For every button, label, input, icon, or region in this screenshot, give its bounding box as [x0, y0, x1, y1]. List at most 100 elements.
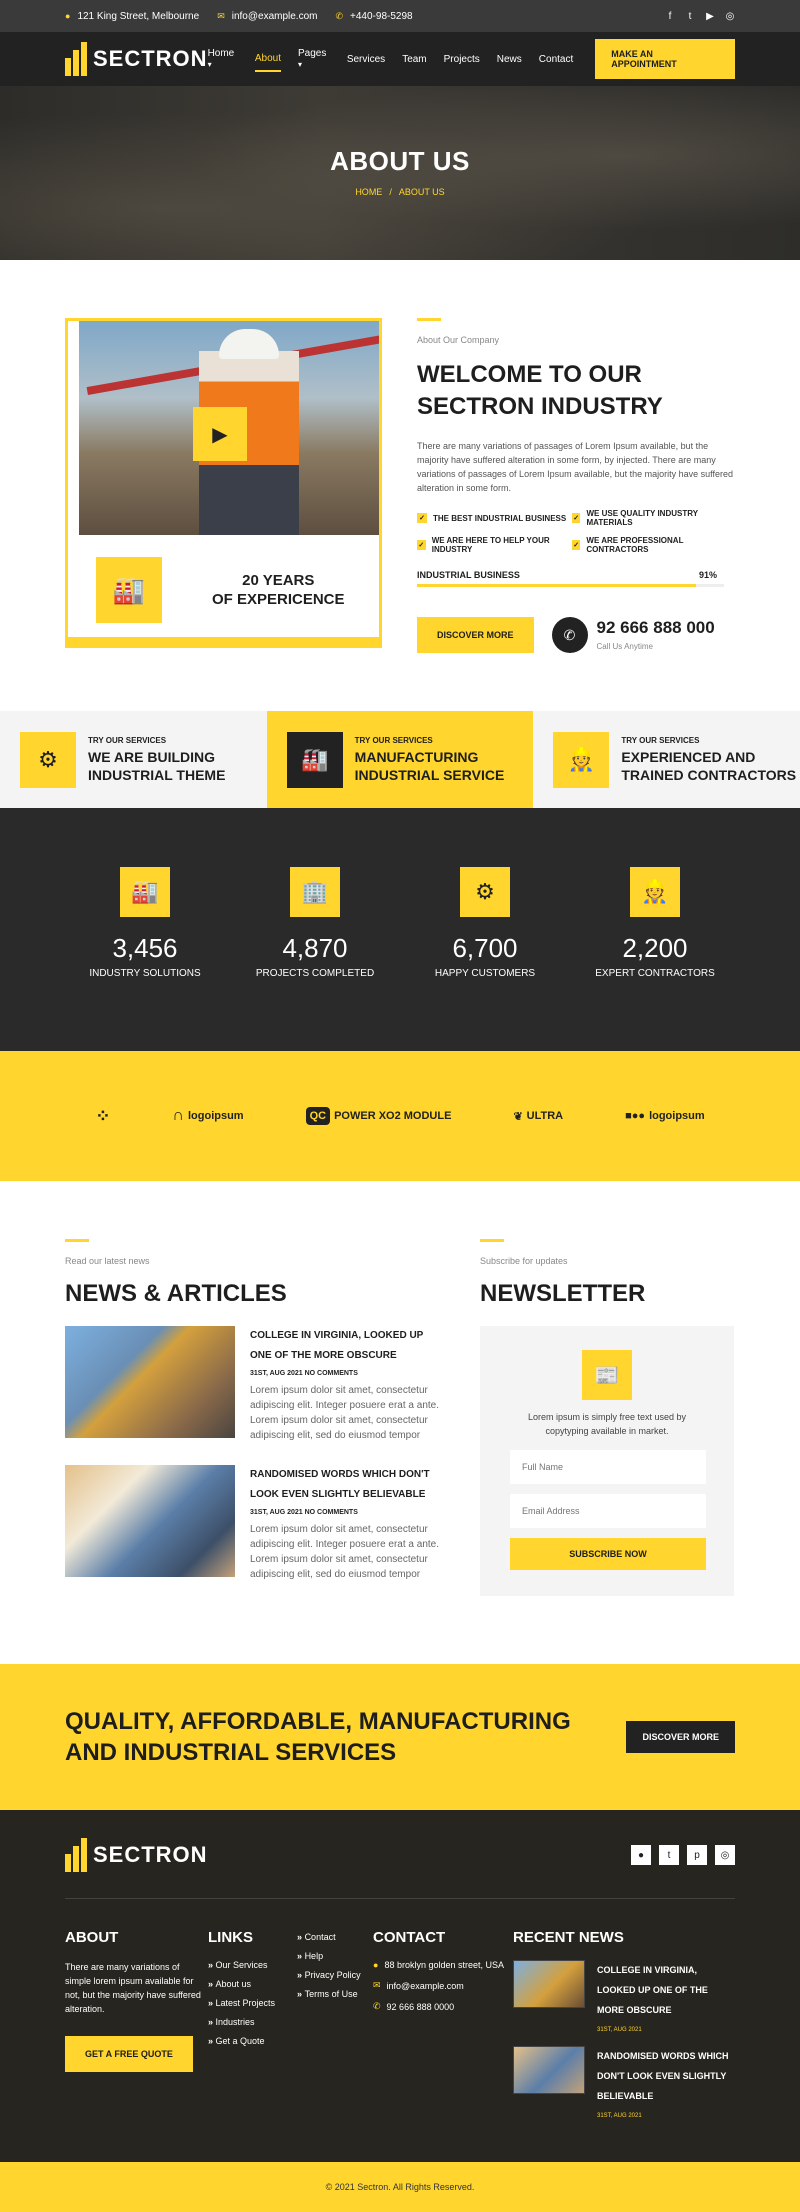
article-image[interactable]	[65, 1326, 235, 1438]
cta-heading: QUALITY, AFFORDABLE, MANUFACTURING AND IN…	[65, 1708, 571, 1766]
feature-item: ✓ WE ARE HERE TO HELP YOUR INDUSTRY	[417, 536, 550, 554]
article-title[interactable]: RANDOMISED WORDS WHICH DON'T LOOK EVEN S…	[250, 1465, 445, 1505]
topbar-address: ● 121 King Street, Melbourne	[65, 10, 200, 22]
nav-home[interactable]: Home	[208, 48, 238, 70]
service-card[interactable]: 🏭 TRY OUR SERVICES MANUFACTURING INDUSTRIA…	[266, 711, 534, 808]
article-meta: 31ST, AUG 2021 NO COMMENTS	[250, 1509, 358, 1516]
nav-services[interactable]: Services	[347, 54, 385, 65]
progress-value: 91%	[698, 570, 717, 580]
brand-logo-dots[interactable]: ⁘	[95, 1106, 110, 1127]
section-dash	[480, 1239, 504, 1242]
factory-icon: 🏭	[96, 557, 162, 623]
yellow-accent-bar	[68, 637, 379, 645]
newsletter-column: Subscribe for updates NEWSLETTER 📰 Lorem…	[480, 1239, 734, 1604]
arch-logo-icon: ∩	[172, 1107, 184, 1124]
article-excerpt: Lorem ipsum dolor sit amet, consectetur …	[250, 1385, 440, 1441]
footer-link[interactable]: Help	[297, 1951, 361, 1961]
footer-link[interactable]: Terms of Use	[297, 1989, 361, 1999]
footer-link[interactable]: Our Services	[208, 1960, 275, 1970]
article-excerpt: Lorem ipsum dolor sit amet, consectetur …	[250, 1524, 440, 1580]
page-hero: SECTRON Home About Pages Services Team P…	[0, 32, 800, 260]
breadcrumb-home[interactable]: HOME	[355, 187, 382, 197]
phone-icon: ✆	[335, 10, 344, 21]
youtube-icon[interactable]: ▶	[705, 11, 715, 22]
feature-item: ✓ THE BEST INDUSTRIAL BUSINESS	[417, 509, 572, 527]
play-icon: ▶	[212, 423, 228, 446]
about-title: WELCOME TO OUR SECTRON INDUSTRY	[417, 361, 663, 420]
footer-link[interactable]: Privacy Policy	[297, 1970, 361, 1980]
free-quote-button[interactable]: GET A FREE QUOTE	[65, 2036, 193, 2072]
about-text: There are many variations of passages of…	[417, 441, 734, 493]
news-article[interactable]: COLLEGE IN VIRGINIA, LOOKED UP ONE OF TH…	[65, 1326, 445, 1443]
recent-news-item[interactable]: RANDOMISED WORDS WHICH DON'T LOOK EVEN S…	[513, 2046, 735, 2120]
full-name-input[interactable]	[510, 1450, 706, 1484]
nav-contact[interactable]: Contact	[539, 54, 573, 65]
instagram-icon[interactable]: ◎	[725, 11, 735, 22]
nav-news[interactable]: News	[497, 54, 522, 65]
footer-link[interactable]: About us	[208, 1979, 275, 1989]
buildings-icon: 🏢	[290, 867, 340, 917]
cta-banner: QUALITY, AFFORDABLE, MANUFACTURING AND IN…	[0, 1664, 800, 1810]
topbar-social: f t ▶ ◎	[665, 11, 735, 22]
footer-link[interactable]: Industries	[208, 2017, 275, 2027]
article-title[interactable]: COLLEGE IN VIRGINIA, LOOKED UP ONE OF TH…	[250, 1326, 445, 1366]
topbar-email[interactable]: ✉ info@example.com	[217, 11, 317, 22]
envelope-icon: ✉	[373, 1980, 381, 1990]
call-note: Call Us Anytime	[596, 642, 653, 651]
article-image[interactable]	[65, 1465, 235, 1577]
service-card[interactable]: 👷 TRY OUR SERVICES EXPERIENCED AND TRAINED…	[533, 711, 800, 808]
email-input[interactable]	[510, 1494, 706, 1528]
twitter-icon[interactable]: t	[685, 11, 695, 22]
stats-section: 🏭 3,456 INDUSTRY SOLUTIONS 🏢 4,870 PROJECTS …	[0, 808, 800, 1051]
service-card[interactable]: ⚙ TRY OUR SERVICES WE ARE BUILDING INDUSTR…	[0, 711, 267, 808]
instagram-icon[interactable]: ◎	[715, 1845, 735, 1865]
pinterest-icon[interactable]: p	[687, 1845, 707, 1865]
subscribe-button[interactable]: SUBSCRIBE NOW	[510, 1538, 706, 1570]
section-dash	[65, 1239, 89, 1242]
news-article[interactable]: RANDOMISED WORDS WHICH DON'T LOOK EVEN S…	[65, 1465, 445, 1582]
page-title: ABOUT US	[330, 146, 470, 176]
nav-projects[interactable]: Projects	[444, 54, 480, 65]
topbar-phone[interactable]: ✆ +440-98-5298	[335, 11, 412, 22]
footer-link[interactable]: Latest Projects	[208, 1998, 276, 2008]
twitter-icon[interactable]: t	[659, 1845, 679, 1865]
recent-news-image[interactable]	[513, 1960, 585, 2008]
facebook-icon[interactable]: f	[665, 11, 675, 22]
nav-team[interactable]: Team	[402, 54, 426, 65]
brand-logo-arch[interactable]: ∩ logoipsum	[172, 1107, 243, 1125]
factory-icon: 🏭	[286, 731, 343, 788]
phone-icon: ✆	[373, 2001, 381, 2011]
engineer-icon: 👷	[553, 731, 610, 788]
footer-links: LINKS Our Services About us Latest Proje…	[208, 1929, 373, 2132]
newsletter-title: NEWSLETTER	[480, 1280, 646, 1307]
footer-email[interactable]: ✉ info@example.com	[373, 1980, 513, 1991]
cta-discover-button[interactable]: DISCOVER MORE	[626, 1721, 735, 1753]
nav-about[interactable]: About	[254, 47, 281, 72]
brand-logo-qc[interactable]: QC POWER XO2 MODULE	[305, 1107, 451, 1125]
newsletter-kicker: Subscribe for updates	[480, 1256, 568, 1266]
discover-more-button[interactable]: DISCOVER MORE	[417, 617, 534, 653]
footer-link[interactable]: Get a Quote	[208, 2036, 275, 2046]
check-icon: ✓	[572, 513, 581, 523]
call-number[interactable]: 92 666 888 000	[597, 618, 715, 638]
site-logo[interactable]: SECTRON	[65, 42, 208, 76]
footer-contact: CONTACT ● 88 broklyn golden street, USA ✉…	[373, 1929, 513, 2132]
footer-phone[interactable]: ✆ 92 666 888 0000	[373, 2001, 513, 2012]
footer-link[interactable]: Contact	[297, 1932, 361, 1942]
nav-pages[interactable]: Pages	[298, 48, 330, 70]
footer-logo[interactable]: SECTRON	[65, 1838, 208, 1872]
brand-logo-circles[interactable]: ■●● logoipsum	[625, 1110, 705, 1122]
play-video-button[interactable]: ▶	[193, 407, 247, 461]
about-section: ▶ 🏭 20 YEARS OF EXPERICENCE About Our Co…	[0, 260, 800, 711]
recent-news-item[interactable]: COLLEGE IN VIRGINIA, LOOKED UP ONE OF TH…	[513, 1960, 735, 2034]
github-icon[interactable]: ●	[631, 1845, 651, 1865]
newsletter-form: 📰 Lorem ipsum is simply free text used b…	[480, 1326, 734, 1596]
stat-item: 🏢 4,870 PROJECTS COMPLETED	[250, 867, 380, 979]
nav-menu: Home About Pages Services Team Projects …	[208, 47, 573, 72]
recent-news-image[interactable]	[513, 2046, 585, 2094]
appointment-button[interactable]: MAKE AN APPOINTMENT	[595, 39, 735, 79]
laurel-logo-icon: ❦	[513, 1110, 523, 1123]
brand-logo-ultra[interactable]: ❦ ULTRA	[513, 1110, 563, 1123]
services-strip: ⚙ TRY OUR SERVICES WE ARE BUILDING INDUSTR…	[0, 711, 800, 808]
about-visual: ▶ 🏭 20 YEARS OF EXPERICENCE	[65, 318, 382, 648]
